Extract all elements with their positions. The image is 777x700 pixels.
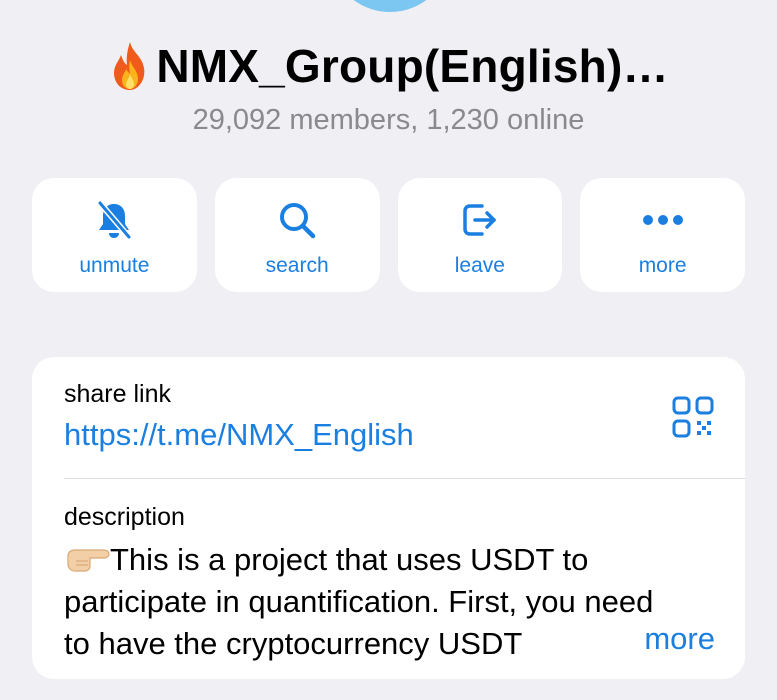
action-bar: unmute search leave more (32, 178, 745, 292)
share-link-section[interactable]: share link https://t.me/NMX_English (32, 357, 745, 478)
leave-label: leave (454, 254, 505, 277)
pointing-right-icon (67, 549, 110, 572)
section-divider (64, 478, 745, 479)
search-icon (275, 198, 319, 242)
group-header: NMX_Group(English)… 29,092 members, 1,23… (0, 36, 777, 137)
title-row: NMX_Group(English)… (0, 36, 777, 96)
unmute-button[interactable]: unmute (32, 178, 197, 292)
fire-icon (114, 42, 145, 90)
group-title: NMX_Group(English)… (156, 40, 669, 92)
member-count: 29,092 members, 1,230 online (192, 104, 585, 136)
bell-slash-icon (92, 198, 136, 242)
description-more-link[interactable]: more (644, 621, 715, 657)
leave-icon (458, 198, 502, 242)
share-link-caption: share link (64, 380, 171, 408)
leave-button[interactable]: leave (397, 178, 563, 292)
group-info-card: share link https://t.me/NMX_English desc… (32, 357, 745, 679)
ellipsis-icon (641, 198, 685, 242)
search-label: search (265, 254, 329, 277)
description-caption: description (64, 503, 185, 531)
group-avatar[interactable] (329, 0, 451, 12)
more-label: more (638, 254, 687, 277)
more-button[interactable]: more (580, 178, 745, 292)
qr-code-icon[interactable] (671, 395, 715, 439)
unmute-label: unmute (79, 254, 150, 277)
search-button[interactable]: search (214, 178, 380, 292)
share-link-url[interactable]: https://t.me/NMX_English (64, 417, 414, 453)
